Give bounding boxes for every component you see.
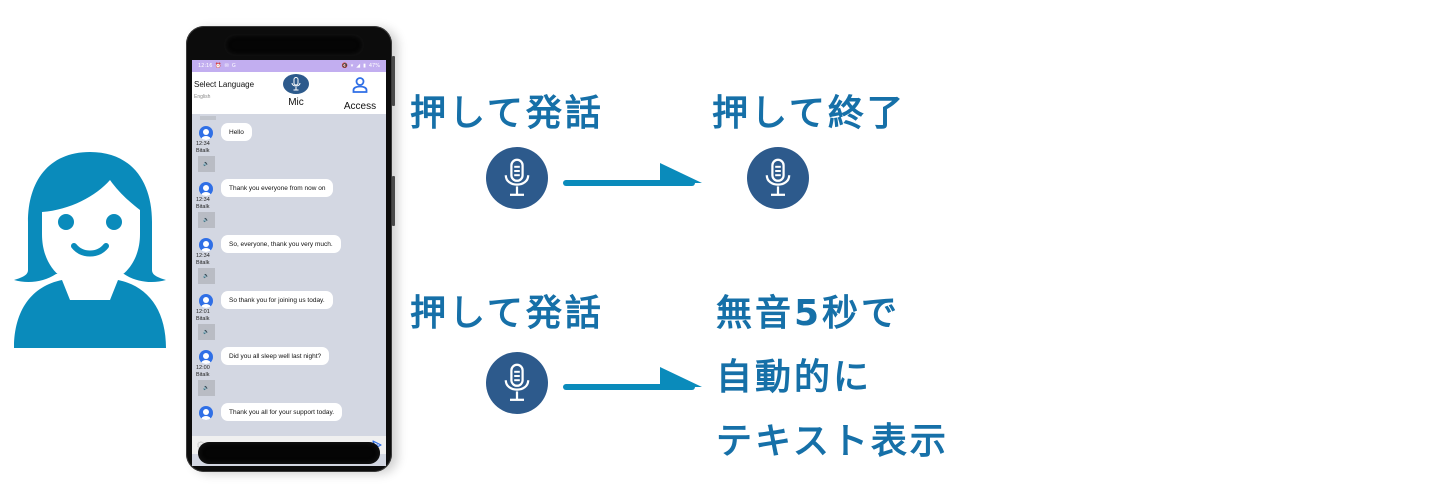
status-bar: 12:16 ⏰ ✉ G 🔇 ▾ ◢ ▮ 47% — [192, 60, 386, 72]
chat-message: 12:00 Bitalk 🔊 Did you all sleep well la… — [192, 347, 386, 406]
person-icon — [352, 77, 368, 93]
battery-level: 47% — [368, 63, 380, 69]
speak-button-partial — [200, 116, 216, 120]
chat-message: 12:01 Bitalk 🔊 So thank you for joining … — [192, 291, 386, 350]
volume-button — [392, 56, 395, 106]
user-avatar-icon — [199, 238, 213, 252]
message-sender: Bitalk — [196, 260, 210, 266]
mic-tab-button[interactable]: Mic — [278, 74, 314, 108]
message-time: 12:01 — [196, 309, 210, 315]
chat-message: 12:34 Bitalk 🔊 So, everyone, thank you v… — [192, 235, 386, 294]
result-line-1: 無音5秒で — [716, 293, 901, 334]
notification-icon: ✉ — [224, 63, 229, 69]
speaker-icon[interactable]: 🔊 — [198, 268, 215, 284]
app-bar: Select Language English Mic Access — [192, 72, 386, 114]
user-avatar-icon — [199, 182, 213, 196]
message-bubble: Hello — [221, 123, 252, 141]
woman-avatar-icon — [14, 152, 166, 348]
language-label: Select Language — [194, 80, 255, 89]
alarm-icon: ⏰ — [215, 63, 222, 69]
battery-icon: ▮ — [363, 63, 366, 69]
access-tab-button[interactable]: Access — [338, 76, 382, 112]
phone-speaker — [224, 34, 364, 56]
mic-stop-icon — [747, 147, 809, 209]
message-bubble: So thank you for joining us today. — [221, 291, 333, 309]
mic-icon — [283, 74, 309, 94]
message-sender: Bitalk — [196, 316, 210, 322]
message-time: 12:34 — [196, 141, 210, 147]
message-time: 12:00 — [196, 365, 210, 371]
access-tab-label: Access — [343, 101, 377, 112]
google-icon: G — [231, 63, 236, 69]
press-to-stop-label: 押して終了 — [712, 93, 906, 134]
phone-chin — [198, 442, 380, 464]
chat-message: 12:34 Bitalk 🔊 Thank you everyone from n… — [192, 179, 386, 238]
language-selector[interactable]: Select Language English — [192, 72, 280, 114]
user-avatar-icon — [199, 126, 213, 140]
power-button — [392, 176, 395, 226]
signal-icon: ◢ — [356, 63, 361, 69]
message-bubble: So, everyone, thank you very much. — [221, 235, 341, 253]
message-sender: Bitalk — [196, 372, 210, 378]
mic-tab-label: Mic — [288, 97, 304, 108]
speaker-icon[interactable]: 🔊 — [198, 380, 215, 396]
mic-start-icon-2 — [486, 352, 548, 414]
arrow-right-icon-2 — [563, 367, 702, 390]
message-bubble: Thank you everyone from now on — [221, 179, 334, 197]
speaker-icon[interactable]: 🔊 — [198, 156, 215, 172]
speaker-icon[interactable]: 🔊 — [198, 212, 215, 228]
user-avatar-icon — [199, 294, 213, 308]
speaker-icon[interactable]: 🔊 — [198, 324, 215, 340]
message-bubble: Thank you all for your support today. — [221, 403, 343, 421]
message-time: 12:34 — [196, 197, 210, 203]
phone-screen: 12:16 ⏰ ✉ G 🔇 ▾ ◢ ▮ 47% Select Language … — [192, 60, 386, 466]
mic-start-icon — [486, 147, 548, 209]
user-avatar-icon — [199, 350, 213, 364]
mute-icon: 🔇 — [341, 63, 348, 69]
message-time: 12:34 — [196, 253, 210, 259]
message-bubble: Did you all sleep well last night? — [221, 347, 330, 365]
message-sender: Bitalk — [196, 148, 210, 154]
chat-message-list[interactable]: 12:34 Bitalk 🔊 Hello 12:34 Bitalk 🔊 Than… — [192, 114, 386, 450]
user-avatar-icon — [199, 406, 213, 420]
chat-message: 12:34 Bitalk 🔊 Hello — [192, 123, 386, 182]
message-sender: Bitalk — [196, 204, 210, 210]
smartphone-mockup: 12:16 ⏰ ✉ G 🔇 ▾ ◢ ▮ 47% Select Language … — [186, 26, 395, 472]
press-to-speak-label-2: 押して発話 — [410, 293, 604, 334]
language-value: English — [194, 94, 211, 100]
result-line-3: テキスト表示 — [716, 421, 949, 462]
wifi-icon: ▾ — [350, 63, 354, 69]
result-line-2: 自動的に — [716, 357, 873, 398]
press-to-speak-label: 押して発話 — [410, 93, 604, 134]
arrow-right-icon — [563, 163, 702, 186]
status-time: 12:16 — [198, 63, 213, 69]
